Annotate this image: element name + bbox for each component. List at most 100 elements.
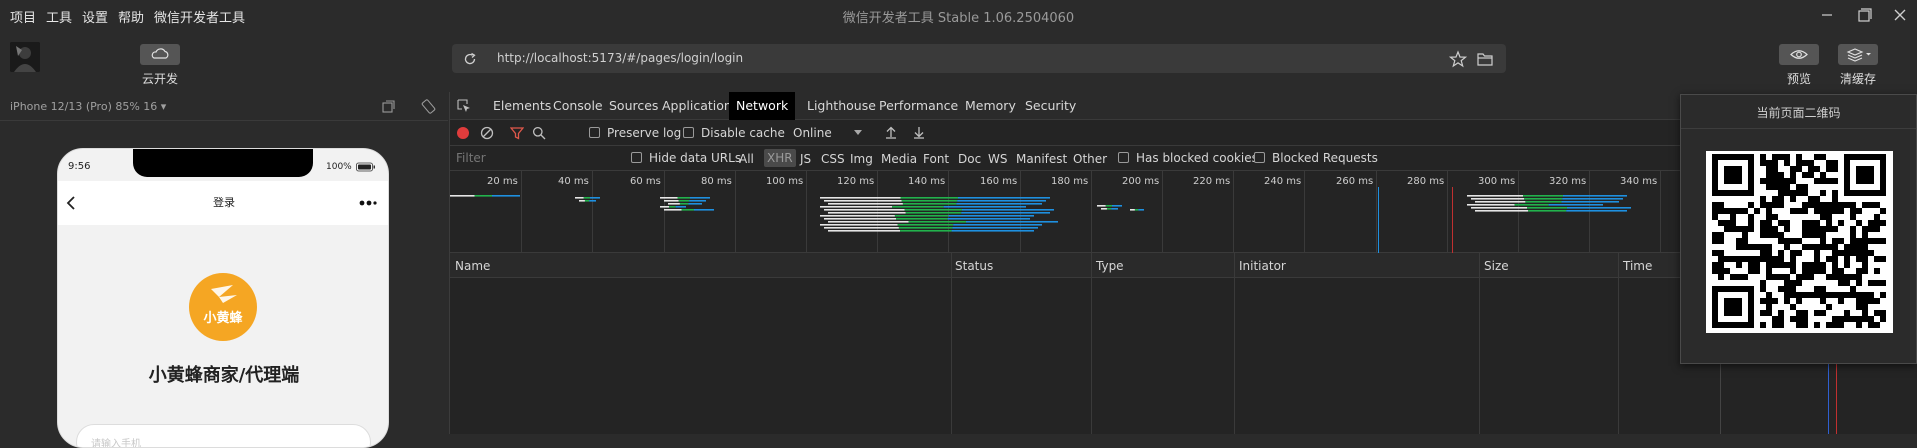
address-bar[interactable]: http://localhost:5173/#/pages/login/logi…: [452, 44, 1506, 73]
qr-module: [1766, 292, 1772, 298]
qr-module: [1874, 322, 1880, 328]
tab-security[interactable]: Security: [1018, 92, 1083, 120]
type-filter-xhr[interactable]: XHR: [764, 149, 796, 167]
qr-module: [1820, 214, 1826, 220]
column-status[interactable]: Status: [955, 259, 993, 273]
tab-lighthouse[interactable]: Lighthouse: [800, 92, 883, 120]
qr-module: [1868, 298, 1874, 304]
qr-module: [1778, 310, 1784, 316]
url-text[interactable]: http://localhost:5173/#/pages/login/logi…: [497, 51, 743, 65]
waterfall-bar-47: [947, 218, 1030, 220]
type-filter-all[interactable]: All: [739, 152, 754, 166]
filter-icon[interactable]: [510, 126, 524, 140]
qr-module: [1766, 304, 1772, 310]
menu-tools[interactable]: 工具: [46, 7, 72, 26]
column-size[interactable]: Size: [1484, 259, 1509, 273]
disable-cache-checkbox[interactable]: [683, 127, 694, 138]
column-name[interactable]: Name: [455, 259, 490, 273]
tab-memory[interactable]: Memory: [958, 92, 1023, 120]
qr-module: [1784, 154, 1790, 160]
qr-module: [1718, 274, 1724, 280]
qr-module: [1856, 316, 1862, 322]
avatar[interactable]: [10, 42, 40, 72]
qr-module: [1724, 208, 1730, 214]
qr-module: [1826, 166, 1832, 172]
qr-module: [1802, 316, 1808, 322]
menu-settings[interactable]: 设置: [82, 7, 108, 26]
close-button[interactable]: [1888, 5, 1912, 25]
waterfall-bar-39: [828, 212, 906, 214]
has-blocked-cookies-checkbox[interactable]: [1118, 152, 1129, 163]
type-filter-media[interactable]: Media: [881, 152, 917, 166]
window-title: 微信开发者工具 Stable 1.06.2504060: [842, 11, 1075, 26]
tab-performance[interactable]: Performance: [872, 92, 965, 120]
qr-module: [1808, 160, 1814, 166]
cloud-dev-button[interactable]: [140, 44, 180, 65]
menu-help[interactable]: 帮助: [118, 7, 144, 26]
qr-module: [1880, 280, 1886, 286]
more-dots-icon[interactable]: [358, 199, 380, 207]
menu-project[interactable]: 项目: [10, 7, 36, 26]
qr-module: [1832, 256, 1838, 262]
qr-module: [1778, 178, 1784, 184]
qr-module: [1790, 268, 1796, 274]
qr-module: [1772, 226, 1778, 232]
type-filter-font[interactable]: Font: [923, 152, 949, 166]
column-initiator[interactable]: Initiator: [1239, 259, 1286, 273]
type-filter-js[interactable]: JS: [800, 152, 811, 166]
record-icon[interactable]: [456, 126, 470, 140]
qr-module: [1832, 202, 1838, 208]
type-filter-other[interactable]: Other: [1073, 152, 1107, 166]
tab-console[interactable]: Console: [546, 92, 610, 120]
rotate-icon[interactable]: [421, 99, 436, 114]
inspect-element-icon[interactable]: [456, 98, 472, 114]
folder-icon[interactable]: [1476, 50, 1494, 68]
qr-module: [1724, 226, 1730, 232]
qr-module: [1874, 268, 1880, 274]
tab-network[interactable]: Network: [729, 92, 796, 120]
waterfall-bar-32: [956, 203, 1042, 205]
type-filter-img[interactable]: Img: [850, 152, 873, 166]
throttle-select[interactable]: Online: [793, 126, 832, 140]
import-har-icon[interactable]: [884, 125, 898, 139]
waterfall-bar-57: [828, 230, 901, 232]
hide-data-urls-checkbox[interactable]: [631, 152, 642, 163]
type-filter-ws[interactable]: WS: [988, 152, 1007, 166]
type-filter-manifest[interactable]: Manifest: [1016, 152, 1067, 166]
refresh-icon[interactable]: [462, 51, 478, 67]
clear-cache-button[interactable]: [1838, 44, 1878, 65]
qr-module: [1784, 184, 1790, 190]
star-icon[interactable]: [1449, 50, 1467, 68]
column-type[interactable]: Type: [1096, 259, 1124, 273]
device-selector[interactable]: iPhone 12/13 (Pro) 85% 16 ▾: [10, 100, 166, 113]
waterfall-bar-41: [961, 212, 1050, 214]
qr-module: [1862, 244, 1868, 250]
filter-input[interactable]: [450, 147, 622, 169]
type-filter-doc[interactable]: Doc: [958, 152, 981, 166]
maximize-button[interactable]: [1852, 5, 1876, 25]
column-time[interactable]: Time: [1623, 259, 1652, 273]
qr-module: [1838, 322, 1844, 328]
type-filter-css[interactable]: CSS: [821, 152, 845, 166]
waterfall-bar-61: [1105, 205, 1112, 207]
waterfall-bar-48: [828, 221, 909, 223]
menu-devtools[interactable]: 微信开发者工具: [154, 7, 245, 26]
tab-application[interactable]: Application: [655, 92, 739, 120]
blocked-requests-checkbox[interactable]: [1254, 152, 1265, 163]
export-har-icon[interactable]: [912, 125, 926, 139]
qr-module: [1802, 262, 1808, 268]
minimize-button[interactable]: [1815, 5, 1839, 25]
phone-screen: 9:56 100% 登录 小黄蜂 小黄蜂商家/代理端 请输入手机: [57, 148, 389, 448]
clear-icon[interactable]: [480, 126, 494, 140]
preserve-log-checkbox[interactable]: [589, 127, 600, 138]
phone-input[interactable]: 请输入手机: [76, 424, 371, 447]
qr-module: [1772, 214, 1778, 220]
qr-module: [1862, 232, 1868, 238]
chevron-down-icon[interactable]: [853, 129, 863, 137]
preview-button[interactable]: [1779, 44, 1819, 65]
window-icon[interactable]: [381, 99, 396, 114]
qr-module: [1718, 268, 1724, 274]
qr-module: [1844, 310, 1850, 316]
search-icon[interactable]: [532, 126, 546, 140]
qr-module: [1796, 310, 1802, 316]
